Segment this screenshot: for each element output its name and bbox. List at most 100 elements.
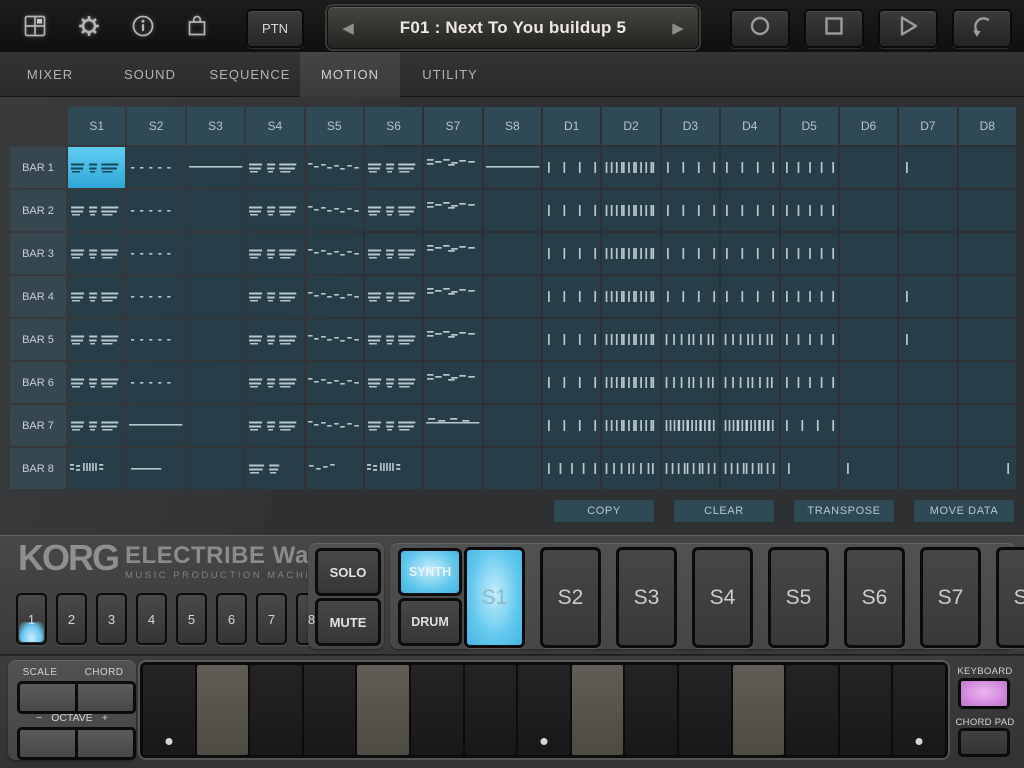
grid-cell-s1-bar4[interactable]	[68, 276, 125, 317]
grid-cell-s7-bar2[interactable]	[424, 190, 481, 231]
grid-cell-s3-bar6[interactable]	[187, 362, 244, 403]
grid-cell-d8-bar7[interactable]	[959, 405, 1016, 446]
keyboard-key-8[interactable]	[518, 665, 570, 755]
keyboard-key-15[interactable]	[893, 665, 945, 755]
play-button[interactable]	[878, 9, 938, 48]
grid-cell-s6-bar6[interactable]	[365, 362, 422, 403]
grid-cell-s4-bar3[interactable]	[246, 233, 303, 274]
column-header-d7[interactable]: D7	[899, 107, 956, 145]
keyboard-key-9[interactable]	[572, 665, 624, 755]
grid-cell-s8-bar7[interactable]	[484, 405, 541, 446]
grid-cell-d1-bar4[interactable]	[543, 276, 600, 317]
grid-cell-d3-bar6[interactable]	[662, 362, 719, 403]
grid-cell-s5-bar7[interactable]	[306, 405, 363, 446]
column-header-d8[interactable]: D8	[959, 107, 1016, 145]
grid-cell-s7-bar7[interactable]	[424, 405, 481, 446]
grid-cell-s7-bar8[interactable]	[424, 448, 481, 489]
grid-cell-d6-bar6[interactable]	[840, 362, 897, 403]
copy-button[interactable]: COPY	[554, 500, 654, 522]
grid-cell-d8-bar2[interactable]	[959, 190, 1016, 231]
chord-button[interactable]	[75, 681, 136, 714]
grid-cell-s4-bar6[interactable]	[246, 362, 303, 403]
drum-button[interactable]: DRUM	[398, 598, 462, 646]
grid-cell-d3-bar8[interactable]	[662, 448, 719, 489]
grid-cell-d5-bar1[interactable]	[781, 147, 838, 188]
grid-cell-s7-bar1[interactable]	[424, 147, 481, 188]
synth-button[interactable]: SYNTH	[398, 548, 462, 596]
grid-cell-s3-bar3[interactable]	[187, 233, 244, 274]
pattern-slot-button-5[interactable]: 5	[176, 593, 207, 645]
part-pad-s6[interactable]: S6	[844, 547, 905, 648]
keyboard-key-4[interactable]	[304, 665, 356, 755]
column-header-d2[interactable]: D2	[602, 107, 659, 145]
grid-cell-s8-bar2[interactable]	[484, 190, 541, 231]
move-data-button[interactable]: MOVE DATA	[914, 500, 1014, 522]
keyboard-key-11[interactable]	[679, 665, 731, 755]
grid-cell-s6-bar3[interactable]	[365, 233, 422, 274]
grid-cell-d5-bar5[interactable]	[781, 319, 838, 360]
grid-cell-d8-bar4[interactable]	[959, 276, 1016, 317]
grid-cell-s6-bar8[interactable]	[365, 448, 422, 489]
grid-cell-s1-bar3[interactable]	[68, 233, 125, 274]
grid-cell-d7-bar8[interactable]	[899, 448, 956, 489]
grid-cell-d5-bar7[interactable]	[781, 405, 838, 446]
grid-cell-d3-bar5[interactable]	[662, 319, 719, 360]
keyboard-key-5[interactable]	[357, 665, 409, 755]
grid-cell-d2-bar3[interactable]	[602, 233, 659, 274]
grid-cell-s1-bar2[interactable]	[68, 190, 125, 231]
part-pad-s8[interactable]: S8	[996, 547, 1024, 648]
keyboard-mode-button[interactable]	[958, 678, 1010, 709]
grid-cell-d1-bar7[interactable]	[543, 405, 600, 446]
column-header-d6[interactable]: D6	[840, 107, 897, 145]
grid-cell-d4-bar1[interactable]	[721, 147, 778, 188]
grid-cell-d8-bar8[interactable]	[959, 448, 1016, 489]
column-header-s8[interactable]: S8	[484, 107, 541, 145]
keyboard-key-3[interactable]	[250, 665, 302, 755]
grid-cell-s4-bar7[interactable]	[246, 405, 303, 446]
grid-cell-s6-bar4[interactable]	[365, 276, 422, 317]
grid-cell-d4-bar8[interactable]	[721, 448, 778, 489]
mute-button[interactable]: MUTE	[315, 598, 381, 646]
grid-cell-s3-bar7[interactable]	[187, 405, 244, 446]
grid-cell-d6-bar8[interactable]	[840, 448, 897, 489]
grid-cell-d7-bar3[interactable]	[899, 233, 956, 274]
grid-cell-s2-bar4[interactable]	[127, 276, 184, 317]
pattern-slot-button-7[interactable]: 7	[256, 593, 287, 645]
column-header-s6[interactable]: S6	[365, 107, 422, 145]
column-header-d1[interactable]: D1	[543, 107, 600, 145]
grid-cell-d1-bar3[interactable]	[543, 233, 600, 274]
grid-cell-d2-bar6[interactable]	[602, 362, 659, 403]
grid-cell-s4-bar2[interactable]	[246, 190, 303, 231]
loop-button[interactable]	[952, 9, 1012, 48]
grid-cell-s6-bar1[interactable]	[365, 147, 422, 188]
tab-sequence[interactable]: SEQUENCE	[200, 52, 300, 97]
grid-cell-s4-bar8[interactable]	[246, 448, 303, 489]
column-header-d4[interactable]: D4	[721, 107, 778, 145]
window-layout-icon[interactable]	[22, 13, 48, 39]
pattern-prev-icon[interactable]: ◀	[328, 19, 368, 37]
grid-cell-s4-bar5[interactable]	[246, 319, 303, 360]
grid-cell-s2-bar1[interactable]	[127, 147, 184, 188]
grid-cell-s5-bar6[interactable]	[306, 362, 363, 403]
grid-cell-d2-bar5[interactable]	[602, 319, 659, 360]
grid-cell-d1-bar5[interactable]	[543, 319, 600, 360]
grid-cell-s3-bar1[interactable]	[187, 147, 244, 188]
grid-cell-s7-bar4[interactable]	[424, 276, 481, 317]
grid-cell-d4-bar3[interactable]	[721, 233, 778, 274]
grid-cell-s6-bar2[interactable]	[365, 190, 422, 231]
info-icon[interactable]	[130, 13, 156, 39]
gear-icon[interactable]	[76, 13, 102, 39]
grid-cell-s6-bar5[interactable]	[365, 319, 422, 360]
grid-cell-s2-bar2[interactable]	[127, 190, 184, 231]
grid-cell-d6-bar1[interactable]	[840, 147, 897, 188]
part-pad-s7[interactable]: S7	[920, 547, 981, 648]
grid-cell-s1-bar1[interactable]	[68, 147, 125, 188]
scale-button[interactable]	[17, 681, 78, 714]
grid-cell-d8-bar3[interactable]	[959, 233, 1016, 274]
grid-cell-s6-bar7[interactable]	[365, 405, 422, 446]
grid-cell-d1-bar8[interactable]	[543, 448, 600, 489]
grid-cell-d4-bar5[interactable]	[721, 319, 778, 360]
grid-cell-s2-bar8[interactable]	[127, 448, 184, 489]
grid-cell-d7-bar2[interactable]	[899, 190, 956, 231]
grid-cell-s8-bar4[interactable]	[484, 276, 541, 317]
